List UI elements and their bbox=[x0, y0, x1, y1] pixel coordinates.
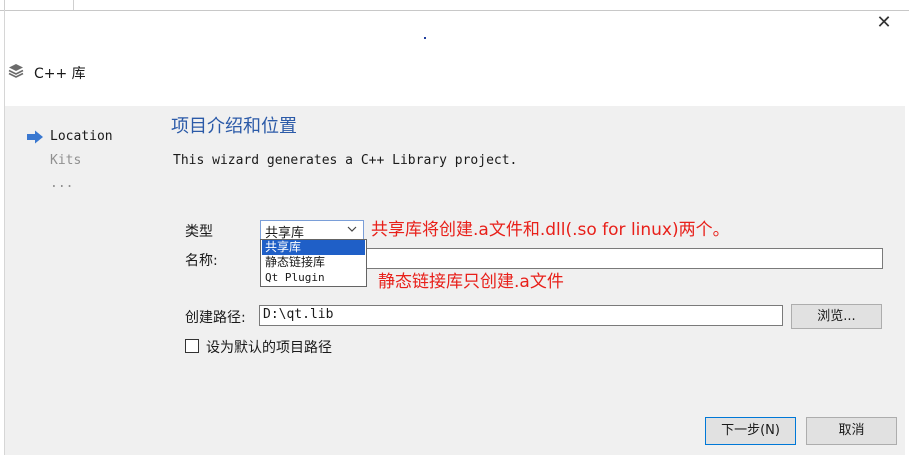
frame-border bbox=[0, 10, 909, 11]
type-combobox[interactable]: 共享库 bbox=[260, 220, 364, 241]
dropdown-option-shared[interactable]: 共享库 bbox=[262, 240, 365, 255]
nav-item-more: ... bbox=[50, 176, 74, 191]
next-button[interactable]: 下一步(N) bbox=[705, 417, 796, 445]
browse-button[interactable]: 浏览... bbox=[791, 304, 882, 329]
page-description: This wizard generates a C++ Library proj… bbox=[173, 153, 518, 168]
window-frame-top bbox=[0, 0, 909, 10]
window-title: C++ 库 bbox=[34, 66, 86, 82]
frame-border bbox=[4, 10, 5, 455]
close-icon: ✕ bbox=[876, 12, 892, 33]
frame-divider bbox=[73, 0, 74, 10]
dropdown-option-qt-plugin[interactable]: Qt Plugin bbox=[262, 270, 365, 285]
arrow-right-icon bbox=[27, 130, 43, 144]
type-label: 类型 bbox=[185, 224, 213, 240]
page-title: 项目介绍和位置 bbox=[171, 116, 297, 137]
chevron-down-icon bbox=[347, 222, 357, 239]
decorative-dot bbox=[424, 37, 426, 39]
cancel-button[interactable]: 取消 bbox=[806, 417, 897, 445]
library-stack-icon bbox=[8, 64, 24, 78]
path-input[interactable]: D:\qt.lib bbox=[259, 305, 783, 326]
annotation-static: 静态链接库只创建.a文件 bbox=[378, 272, 564, 292]
type-dropdown-list[interactable]: 共享库 静态链接库 Qt Plugin bbox=[260, 239, 367, 287]
path-value: D:\qt.lib bbox=[263, 307, 334, 322]
default-path-label: 设为默认的项目路径 bbox=[206, 340, 332, 356]
annotation-shared: 共享库将创建.a文件和.dll(.so for linux)两个。 bbox=[371, 220, 730, 240]
frame-divider bbox=[4, 0, 5, 10]
dialog-header bbox=[5, 11, 905, 106]
path-label: 创建路径: bbox=[185, 310, 246, 326]
dropdown-option-static[interactable]: 静态链接库 bbox=[262, 255, 365, 270]
close-button[interactable]: ✕ bbox=[870, 12, 898, 34]
name-input[interactable] bbox=[366, 248, 883, 269]
name-label: 名称: bbox=[185, 253, 218, 269]
default-path-checkbox[interactable] bbox=[185, 339, 199, 353]
nav-item-location[interactable]: Location bbox=[50, 129, 113, 144]
nav-item-kits[interactable]: Kits bbox=[50, 153, 81, 168]
